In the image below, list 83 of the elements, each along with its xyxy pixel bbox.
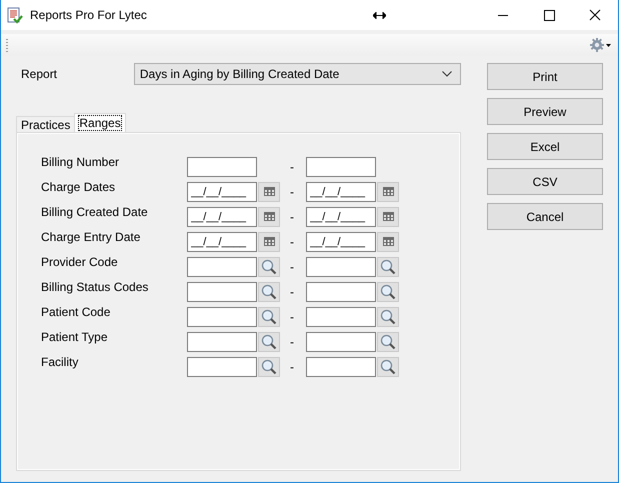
tab[interactable]: Practices: [16, 116, 76, 132]
date-field[interactable]: __/__/____: [306, 206, 376, 226]
field-label: Charge Entry Date: [41, 230, 142, 244]
grip-icon[interactable]: [6, 38, 9, 52]
input-field[interactable]: [306, 306, 376, 326]
search-icon: [261, 308, 277, 324]
range-separator: -: [289, 234, 295, 248]
range-separator: -: [289, 210, 295, 224]
input-field[interactable]: [187, 156, 257, 176]
search-button[interactable]: [377, 256, 399, 276]
search-icon: [261, 334, 277, 350]
field-label: Charge Dates: [41, 180, 116, 194]
range-separator: -: [289, 310, 295, 324]
field-label: Provider Code: [41, 255, 119, 269]
search-icon: [261, 358, 277, 374]
range-separator: -: [289, 334, 295, 348]
calendar-button[interactable]: [377, 182, 399, 202]
field-label: Billing Created Date: [41, 205, 149, 219]
search-icon: [380, 308, 396, 324]
input-field[interactable]: [306, 256, 376, 276]
calendar-icon: [264, 212, 274, 221]
range-separator: -: [289, 184, 295, 198]
report-dropdown[interactable]: Days in Aging by Billing Created Date: [134, 63, 461, 85]
search-button[interactable]: [377, 332, 399, 352]
calendar-icon: [264, 187, 274, 196]
input-field[interactable]: [187, 306, 257, 326]
search-button[interactable]: [258, 306, 280, 326]
search-button[interactable]: [377, 356, 399, 376]
field-label: Facility: [41, 355, 80, 369]
action-button[interactable]: Print: [487, 63, 603, 90]
input-field[interactable]: [306, 156, 376, 176]
settings-icon[interactable]: [589, 37, 611, 53]
input-field[interactable]: [306, 282, 376, 302]
action-button[interactable]: Cancel: [487, 203, 603, 230]
calendar-icon: [264, 237, 274, 246]
calendar-button[interactable]: [258, 206, 280, 226]
search-button[interactable]: [258, 282, 280, 302]
field-label: Billing Status Codes: [41, 280, 150, 294]
calendar-button[interactable]: [377, 232, 399, 252]
search-icon: [380, 284, 396, 300]
range-separator: -: [289, 284, 295, 298]
search-icon: [380, 258, 396, 274]
app-icon: [7, 6, 23, 24]
search-button[interactable]: [258, 332, 280, 352]
input-field[interactable]: [187, 356, 257, 376]
calendar-icon: [382, 187, 394, 196]
search-icon: [261, 258, 277, 274]
field-label: Patient Type: [41, 330, 108, 344]
range-separator: -: [289, 360, 295, 374]
date-field[interactable]: __/__/____: [187, 182, 257, 202]
action-button[interactable]: Preview: [487, 98, 603, 125]
calendar-icon: [382, 212, 394, 221]
tab[interactable]: Ranges: [74, 113, 126, 132]
input-field[interactable]: [187, 256, 257, 276]
calendar-icon: [382, 237, 394, 246]
chevron-icon: [442, 71, 452, 77]
search-icon: [380, 334, 396, 350]
date-field[interactable]: __/__/____: [187, 232, 257, 252]
search-icon: [380, 358, 396, 374]
action-button[interactable]: CSV: [487, 168, 603, 195]
calendar-button[interactable]: [258, 232, 280, 252]
input-field[interactable]: [187, 282, 257, 302]
input-field[interactable]: [306, 332, 376, 352]
search-button[interactable]: [258, 256, 280, 276]
action-button[interactable]: Excel: [487, 133, 603, 160]
report-label: Report: [21, 67, 58, 81]
search-button[interactable]: [377, 306, 399, 326]
field-label: Patient Code: [41, 305, 112, 319]
window-title: Reports Pro For Lytec: [30, 8, 148, 22]
field-label: Billing Number: [41, 155, 120, 169]
date-field[interactable]: __/__/____: [306, 182, 376, 202]
search-icon: [261, 284, 277, 300]
date-field[interactable]: __/__/____: [187, 206, 257, 226]
resize-icon: [373, 12, 386, 18]
input-field[interactable]: [306, 356, 376, 376]
calendar-button[interactable]: [258, 182, 280, 202]
calendar-button[interactable]: [377, 206, 399, 226]
input-field[interactable]: [187, 332, 257, 352]
search-button[interactable]: [258, 356, 280, 376]
range-separator: -: [289, 260, 295, 274]
date-field[interactable]: __/__/____: [306, 232, 376, 252]
range-separator: -: [289, 160, 295, 174]
search-button[interactable]: [377, 282, 399, 302]
